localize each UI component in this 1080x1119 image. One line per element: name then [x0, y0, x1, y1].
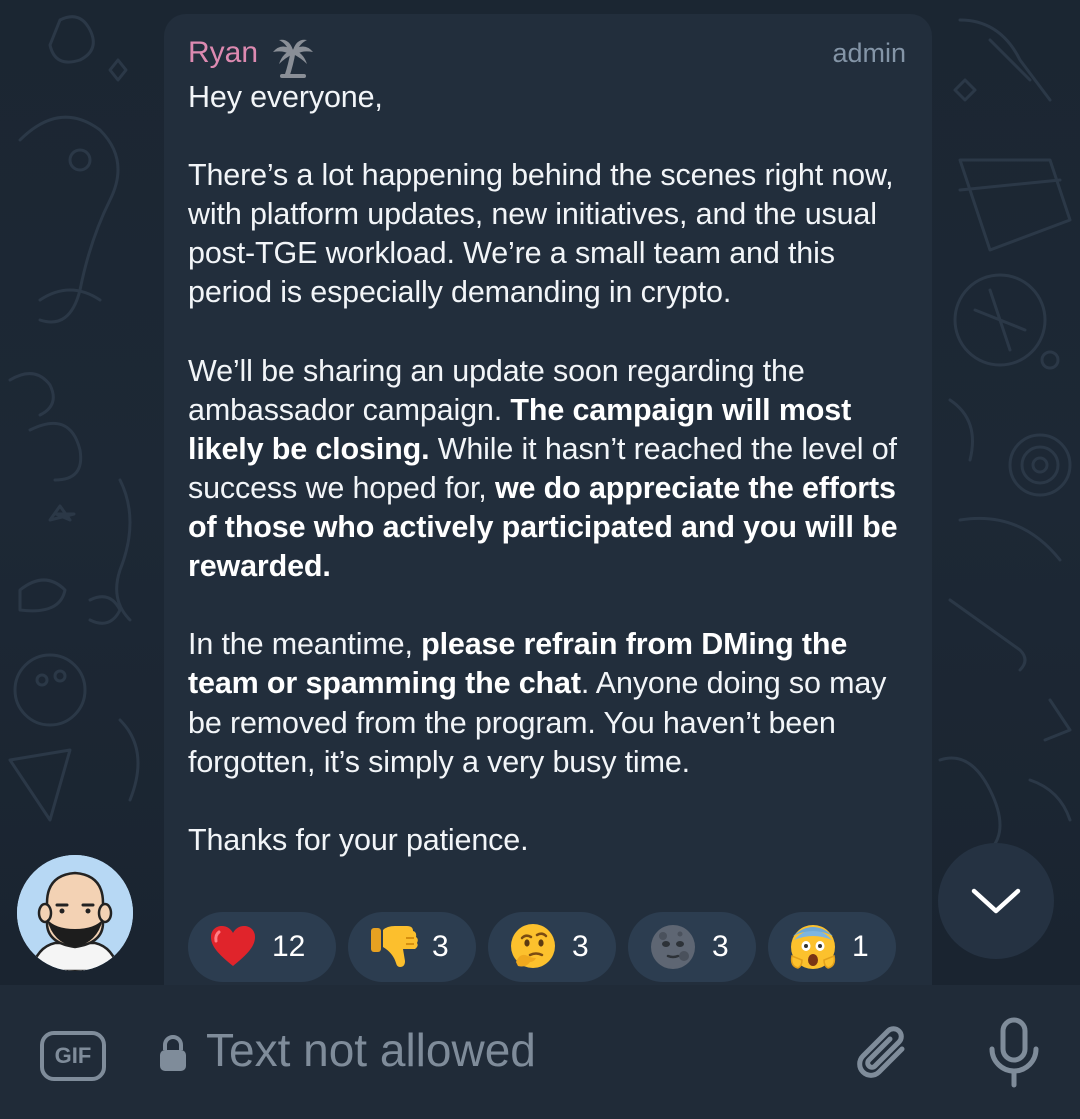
new-moon-face-icon — [651, 925, 695, 969]
message-header: Ryan admin — [188, 36, 908, 79]
sender-name[interactable]: Ryan — [188, 36, 258, 70]
sender-avatar[interactable] — [17, 855, 133, 971]
reaction-thumbs-down[interactable]: 3 — [348, 912, 476, 982]
reaction-count: 12 — [272, 930, 306, 963]
reaction-count: 3 — [712, 930, 729, 963]
gif-button[interactable]: GIF — [40, 1031, 106, 1081]
thumbs-down-icon — [371, 926, 418, 967]
palm-tree-icon — [272, 38, 314, 79]
admin-badge: admin — [832, 38, 906, 68]
message-composer: GIF Text not allowed — [0, 985, 1080, 1119]
lock-icon — [160, 1035, 186, 1071]
message-paragraph-2: We’ll be sharing an update soon regardin… — [188, 353, 898, 584]
scroll-to-bottom-button[interactable] — [938, 843, 1054, 959]
red-heart-icon — [211, 926, 255, 966]
reaction-heart[interactable]: 12 — [188, 912, 336, 982]
message-greeting: Hey everyone, — [188, 80, 383, 114]
microphone-icon[interactable] — [986, 1017, 1042, 1089]
reaction-screaming-face[interactable]: 1 — [768, 912, 896, 982]
reactions-row: 12 3 3 3 1 — [188, 912, 896, 982]
reaction-new-moon-face[interactable]: 3 — [628, 912, 756, 982]
screaming-face-icon — [790, 925, 836, 969]
paperclip-icon[interactable] — [852, 1021, 914, 1087]
chevron-down-icon — [971, 888, 1021, 914]
message-paragraph-1: There’s a lot happening behind the scene… — [188, 158, 894, 310]
message-paragraph-4: Thanks for your patience. — [188, 822, 529, 857]
reaction-count: 3 — [572, 930, 589, 963]
thinking-face-icon — [511, 924, 555, 968]
message-text: Hey everyone, There’s a lot happening be… — [188, 78, 908, 860]
reaction-count: 1 — [852, 930, 869, 963]
message-paragraph-3: In the meantime, please refrain from DMi… — [188, 627, 887, 779]
message-bubble[interactable]: Ryan admin Hey everyone, There’s a lot h… — [164, 14, 932, 985]
reaction-count: 3 — [432, 930, 449, 963]
message-input[interactable]: Text not allowed — [206, 1023, 536, 1077]
reaction-thinking[interactable]: 3 — [488, 912, 616, 982]
